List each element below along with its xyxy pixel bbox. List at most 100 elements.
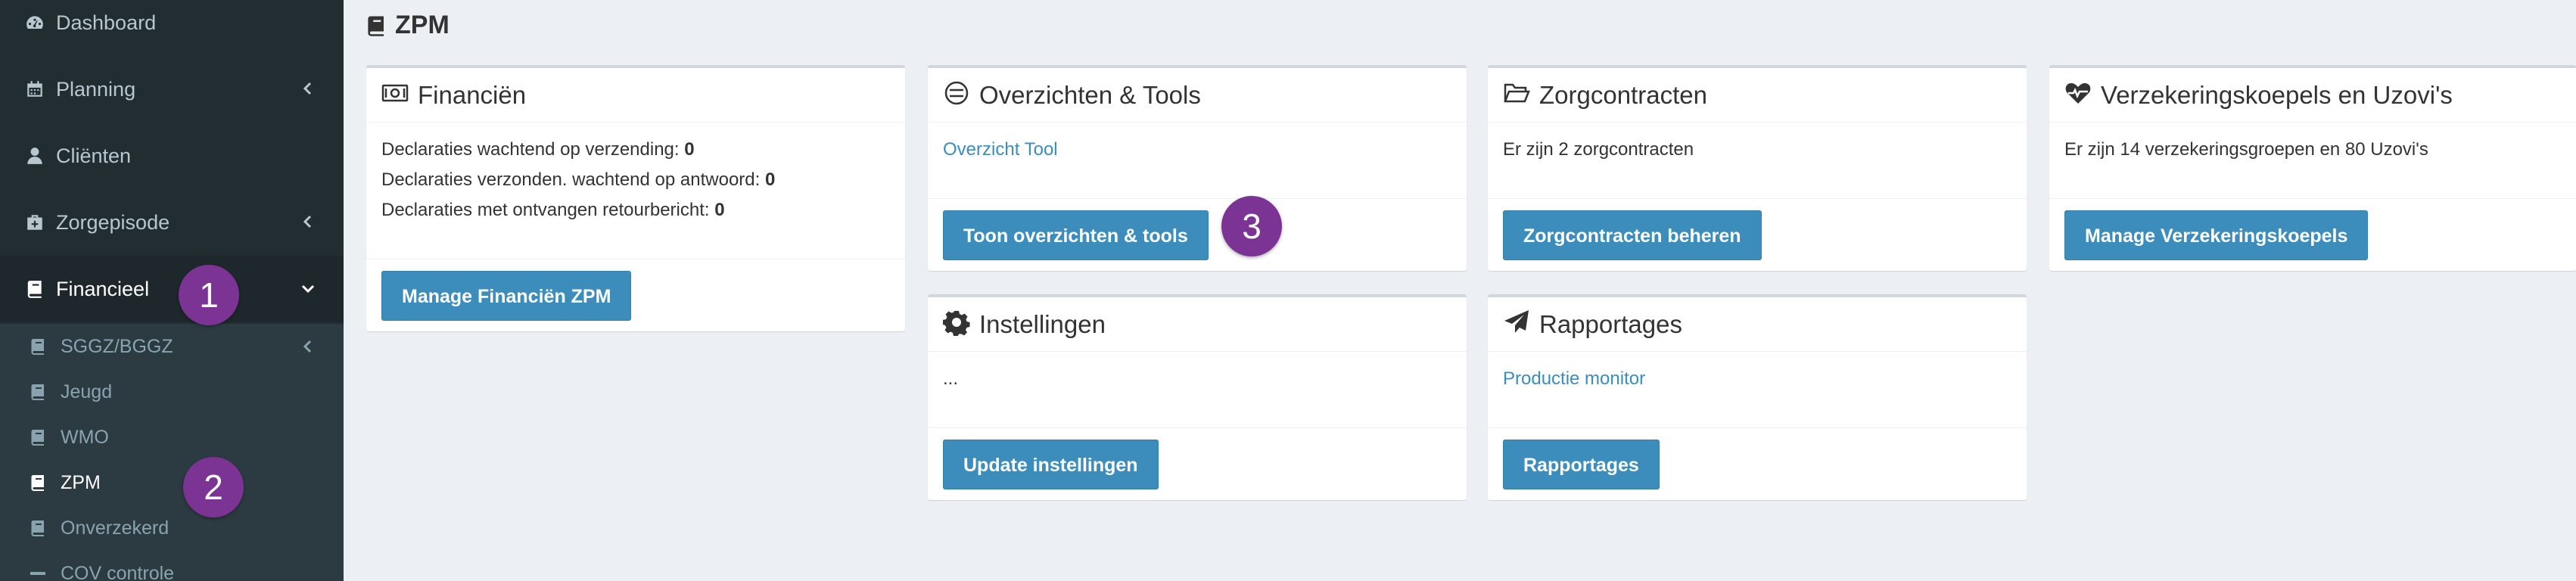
book-icon [23, 277, 47, 301]
financieel-submenu: SGGZ/BGGZ Jeugd WMO ZPM Onverzekerd COV … [0, 324, 344, 581]
card-body: Overzicht Tool [928, 123, 1467, 165]
paper-plane-icon [1503, 309, 1539, 340]
book-icon [27, 427, 48, 448]
step-badge-1: 1 [179, 265, 239, 325]
card-body: Er zijn 14 verzekeringsgroepen en 80 Uzo… [2049, 123, 2576, 165]
toon-overzichten-button[interactable]: Toon overzichten & tools [943, 210, 1209, 260]
card-body: Productie monitor [1488, 352, 2027, 394]
medkit-icon [23, 210, 47, 235]
card-header: Financiën [366, 68, 905, 123]
chevron-left-icon [300, 213, 316, 230]
manage-financien-button[interactable]: Manage Financiën ZPM [381, 270, 632, 321]
overzicht-tool-link[interactable]: Overzicht Tool [943, 139, 1058, 160]
card-header: Overzichten & Tools [928, 68, 1467, 123]
rapportages-button[interactable]: Rapportages [1503, 439, 1660, 489]
sidebar-subitem-onverzekerd[interactable]: Onverzekerd [0, 505, 344, 551]
card-title: Rapportages [1539, 309, 1682, 338]
sidebar-subitem-sggz-bggz[interactable]: SGGZ/BGGZ [0, 324, 344, 369]
book-icon [27, 381, 48, 402]
stat-value: 0 [684, 139, 695, 160]
chevron-left-icon [300, 80, 316, 97]
card-body: Declaraties wachtend op verzending: 0 De… [366, 123, 905, 225]
main-content: ZPM Financiën Declaraties wachtend op ve… [344, 0, 2576, 581]
sidebar-subitem-jeugd[interactable]: Jeugd [0, 369, 344, 415]
instellingen-text: ... [943, 368, 959, 389]
card-footer: Manage Verzekeringskoepels [2049, 198, 2576, 271]
verzekering-card: Verzekeringskoepels en Uzovi's Er zijn 1… [2049, 65, 2576, 271]
sidebar-item-dashboard[interactable]: Dashboard [0, 0, 344, 56]
stat-label: Declaraties verzonden. wachtend op antwo… [381, 169, 761, 190]
sidebar-item-label: Dashboard [56, 11, 157, 34]
sidebar: Dashboard Planning Cliënten Zorgepisode … [0, 0, 344, 581]
card-footer: Zorgcontracten beheren [1488, 198, 2027, 271]
stat-line: Declaraties met ontvangen retourbericht:… [381, 195, 890, 225]
book-icon [27, 472, 48, 493]
book-icon [27, 517, 48, 539]
sidebar-subitem-label: ZPM [61, 471, 101, 493]
sidebar-subitem-label: COV controle [61, 562, 175, 581]
card-title: Verzekeringskoepels en Uzovi's [2101, 80, 2453, 109]
zorgcontracten-count-text: Er zijn 2 zorgcontracten [1503, 139, 1694, 160]
sidebar-subitem-label: WMO [61, 426, 109, 448]
card-body: ... [928, 352, 1467, 394]
card-title: Instellingen [979, 309, 1106, 338]
user-icon [23, 144, 47, 168]
card-title: Zorgcontracten [1539, 80, 1707, 109]
zorgcontracten-beheren-button[interactable]: Zorgcontracten beheren [1503, 210, 1762, 260]
manage-verzekeringskoepels-button[interactable]: Manage Verzekeringskoepels [2064, 210, 2369, 260]
card-title: Overzichten & Tools [979, 80, 1201, 109]
stat-label: Declaraties wachtend op verzending: [381, 139, 680, 160]
stat-line: Declaraties verzonden. wachtend op antwo… [381, 165, 890, 195]
rapportages-card: Rapportages Productie monitor Rapportage… [1488, 294, 2027, 500]
calendar-icon [23, 77, 47, 101]
stat-label: Declaraties met ontvangen retourbericht: [381, 200, 710, 220]
chevron-down-icon [300, 280, 316, 297]
sidebar-item-zorgepisode[interactable]: Zorgepisode [0, 189, 344, 256]
book-icon [27, 336, 48, 357]
update-instellingen-button[interactable]: Update instellingen [943, 439, 1159, 489]
step-badge-3: 3 [1221, 196, 1282, 256]
sidebar-subitem-label: SGGZ/BGGZ [61, 335, 173, 357]
sidebar-item-label: Financieel [56, 277, 150, 300]
stat-value: 0 [764, 169, 776, 190]
chevron-left-icon [300, 338, 316, 355]
verzekering-count-text: Er zijn 14 verzekeringsgroepen en 80 Uzo… [2064, 139, 2428, 160]
sidebar-item-planning[interactable]: Planning [0, 56, 344, 123]
sidebar-subitem-wmo[interactable]: WMO [0, 415, 344, 460]
card-footer: Rapportages [1488, 427, 2027, 500]
card-header: Rapportages [1488, 297, 2027, 352]
card-footer: Manage Financiën ZPM [366, 259, 905, 331]
card-header: Zorgcontracten [1488, 68, 2027, 123]
gear-icon [943, 309, 979, 340]
sidebar-subitem-label: Jeugd [61, 381, 113, 402]
card-footer: Toon overzichten & tools [928, 198, 1467, 271]
sidebar-item-label: Zorgepisode [56, 210, 170, 234]
sidebar-item-financieel[interactable]: Financieel [0, 256, 344, 322]
productie-monitor-link[interactable]: Productie monitor [1503, 368, 1645, 389]
stat-line: Declaraties wachtend op verzending: 0 [381, 135, 890, 165]
tools-icon [943, 79, 979, 110]
step-badge-2: 2 [183, 457, 244, 517]
zorgcontracten-card: Zorgcontracten Er zijn 2 zorgcontracten … [1488, 65, 2027, 271]
folder-open-icon [1503, 79, 1539, 110]
financien-card: Financiën Declaraties wachtend op verzen… [366, 65, 905, 331]
minus-icon [27, 563, 48, 581]
card-title: Financiën [418, 80, 527, 109]
book-icon [368, 16, 384, 36]
instellingen-card: Instellingen ... Update instellingen [928, 294, 1467, 500]
sidebar-subitem-cov-controle[interactable]: COV controle [0, 551, 344, 581]
dashboard-icon [23, 11, 47, 35]
sidebar-subitem-label: Onverzekerd [61, 517, 170, 539]
card-header: Instellingen [928, 297, 1467, 352]
card-body: Er zijn 2 zorgcontracten [1488, 123, 2027, 165]
heartbeat-icon [2064, 79, 2101, 110]
sidebar-subitem-zpm[interactable]: ZPM [0, 460, 344, 505]
sidebar-item-label: Planning [56, 77, 136, 101]
overzichten-card: Overzichten & Tools Overzicht Tool Toon … [928, 65, 1467, 271]
card-header: Verzekeringskoepels en Uzovi's [2049, 68, 2576, 123]
money-icon [381, 79, 418, 110]
page-title-text: ZPM [395, 11, 450, 39]
page-title: ZPM [365, 11, 450, 40]
sidebar-item-clienten[interactable]: Cliënten [0, 123, 344, 189]
stat-value: 0 [714, 200, 725, 220]
